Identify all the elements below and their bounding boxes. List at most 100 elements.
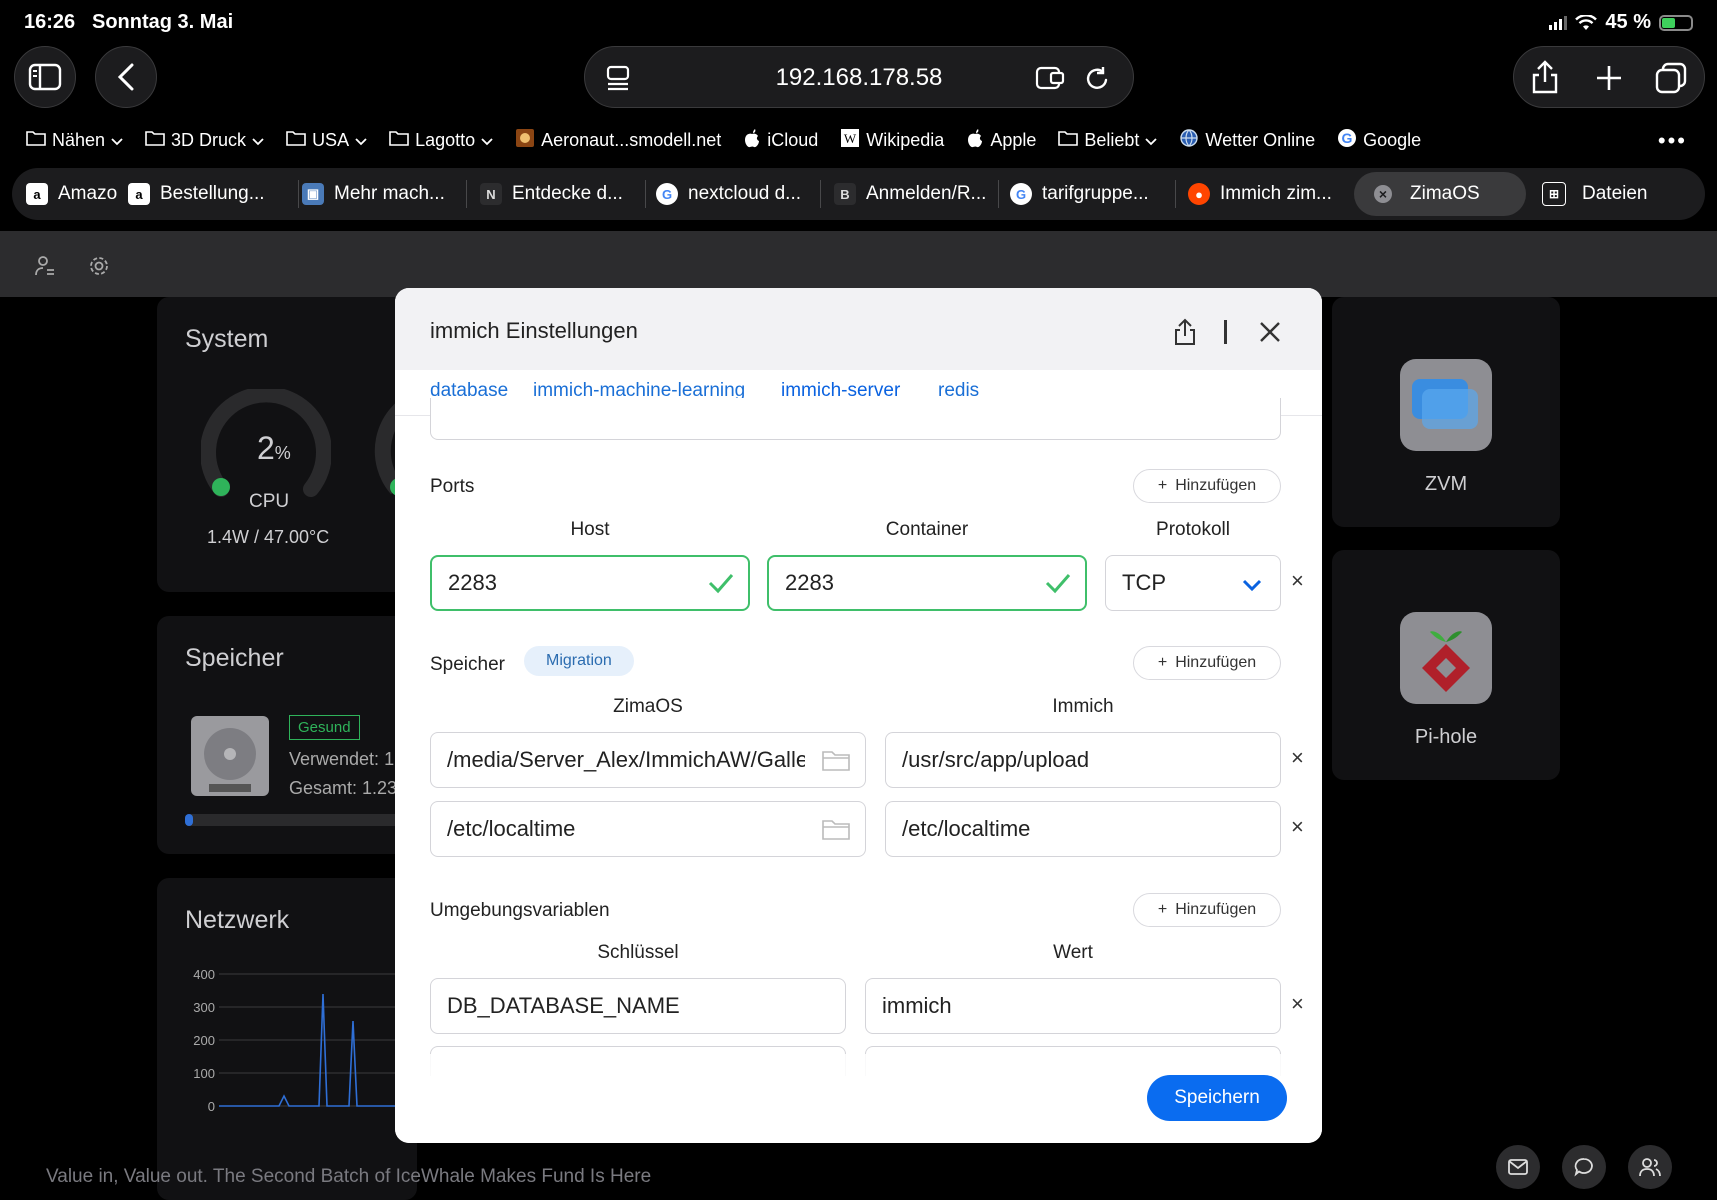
system-card: System 2% CPU 1.4W / 47.00°C: [157, 297, 417, 592]
host-port-input[interactable]: 2283: [430, 555, 750, 611]
gear-icon[interactable]: [88, 255, 110, 277]
bookmark-item[interactable]: USA: [286, 130, 367, 151]
site-favicon: [515, 128, 535, 153]
translate-icon[interactable]: [1035, 65, 1065, 91]
tab-label: Bestellung...: [160, 183, 265, 204]
tab-zimaos[interactable]: × ZimaOS: [1354, 172, 1526, 216]
bookmark-item[interactable]: Apple: [966, 128, 1036, 153]
tab-entdecke[interactable]: N Entdecke d...: [480, 168, 650, 220]
tab-label: Immich zim...: [1220, 183, 1332, 204]
container-port-input[interactable]: 2283: [767, 555, 1087, 611]
app-pihole[interactable]: Pi-hole: [1332, 550, 1560, 780]
tabs-overview-icon[interactable]: [1654, 61, 1688, 95]
sidebar-toggle-button[interactable]: [14, 46, 76, 108]
migration-badge[interactable]: Migration: [524, 646, 634, 676]
address-bar[interactable]: 192.168.178.58: [584, 46, 1134, 108]
folder-icon: [389, 130, 409, 151]
container-column-label: Container: [885, 519, 969, 540]
remove-storage-button[interactable]: ×: [1291, 814, 1304, 840]
bookmark-label: Nähen: [52, 130, 106, 150]
bookmark-item[interactable]: Beliebt: [1058, 130, 1158, 151]
tab-nextcloud[interactable]: G nextcloud d...: [656, 168, 826, 220]
close-icon[interactable]: [1259, 321, 1281, 343]
storage-label: Speicher: [430, 654, 505, 675]
folder-icon: [26, 130, 46, 151]
plus-icon[interactable]: [1594, 63, 1624, 93]
folder-icon[interactable]: [821, 748, 851, 772]
storage-container-path-input[interactable]: /usr/src/app/upload: [885, 732, 1281, 788]
bookmark-item[interactable]: G Google: [1337, 128, 1421, 153]
tab-amazon[interactable]: a Amazo: [26, 168, 124, 220]
env-key-input[interactable]: DB_DATABASE_NAME: [430, 978, 846, 1034]
storage-status: Gesund: [289, 715, 360, 740]
user-settings-icon[interactable]: [34, 255, 56, 277]
chevron-left-icon: [117, 63, 134, 91]
cut-off-field[interactable]: [430, 398, 1281, 440]
export-icon[interactable]: [1173, 318, 1197, 346]
env-value-input[interactable]: immich: [865, 978, 1281, 1034]
protocol-select[interactable]: TCP: [1105, 555, 1281, 611]
footer-banner[interactable]: Value in, Value out. The Second Batch of…: [46, 1166, 651, 1188]
remove-storage-button[interactable]: ×: [1291, 745, 1304, 771]
bookmark-item[interactable]: Aeronaut...smodell.net: [515, 128, 721, 153]
storage-host-path-input[interactable]: /media/Server_Alex/ImmichAW/Galle: [430, 732, 866, 788]
google-icon: G: [1010, 183, 1032, 205]
app-zvm[interactable]: ZVM: [1332, 297, 1560, 527]
more-icon[interactable]: •••: [1658, 128, 1687, 154]
bookmark-label: USA: [312, 130, 350, 150]
storage-host-path: /media/Server_Alex/ImmichAW/Galle: [447, 747, 805, 772]
add-port-button[interactable]: + Hinzufügen: [1133, 469, 1281, 503]
remove-port-button[interactable]: ×: [1291, 568, 1304, 594]
bookmark-item[interactable]: 3D Druck: [145, 130, 264, 151]
bookmark-item[interactable]: Wetter Online: [1179, 128, 1315, 153]
tab-immich[interactable]: ● Immich zim...: [1188, 168, 1358, 220]
storage-card: Speicher Gesund Verwendet: 1 Gesamt: 1.2…: [157, 616, 417, 854]
remove-env-button[interactable]: ×: [1291, 991, 1304, 1017]
users-button[interactable]: [1628, 1145, 1672, 1189]
storage-host-path: /etc/localtime: [447, 816, 576, 841]
save-button[interactable]: Speichern: [1147, 1075, 1287, 1121]
zimaos-column-label: ZimaOS: [613, 696, 683, 717]
add-env-button[interactable]: + Hinzufügen: [1133, 893, 1281, 927]
tab-anmelden[interactable]: B Anmelden/R...: [834, 168, 1004, 220]
bookmark-item[interactable]: iCloud: [743, 128, 818, 153]
tab-label: Entdecke d...: [512, 183, 623, 204]
tab-mehr-mach[interactable]: ▣ Mehr mach...: [302, 168, 472, 220]
chat-button[interactable]: [1562, 1145, 1606, 1189]
tab-tarifgruppe[interactable]: G tarifgruppe...: [1010, 168, 1180, 220]
share-icon[interactable]: [1530, 59, 1560, 95]
folder-icon[interactable]: [821, 817, 851, 841]
cpu-label: CPU: [249, 491, 290, 512]
storage-used: Verwendet: 1: [289, 749, 395, 769]
reload-icon[interactable]: [1085, 64, 1111, 92]
add-storage-button[interactable]: + Hinzufügen: [1133, 646, 1281, 680]
plus-icon: +: [1157, 477, 1168, 494]
chevron-down-icon: [355, 130, 367, 151]
storage-container-path: /etc/localtime: [902, 816, 1031, 841]
storage-container-path-input[interactable]: /etc/localtime: [885, 801, 1281, 857]
folder-icon: [1058, 130, 1079, 151]
storage-host-path-input[interactable]: /etc/localtime: [430, 801, 866, 857]
chevron-down-icon: [481, 130, 493, 151]
storage-title: Speicher: [185, 644, 284, 672]
mail-button[interactable]: [1496, 1145, 1540, 1189]
storage-bar: [185, 814, 417, 826]
google-icon: G: [656, 183, 678, 205]
users-icon: [1639, 1158, 1661, 1177]
add-label: Hinzufügen: [1175, 654, 1257, 671]
bookmark-label: Apple: [990, 130, 1037, 150]
tab-bestellung[interactable]: a Bestellung...: [128, 168, 288, 220]
tab-label: Mehr mach...: [334, 183, 445, 204]
protocol-column-label: Protokoll: [1156, 519, 1230, 540]
bookmark-item[interactable]: W Wikipedia: [840, 128, 944, 153]
container-port-value: 2283: [785, 570, 834, 595]
bookmark-item[interactable]: Lagotto: [389, 130, 493, 151]
tab-label: tarifgruppe...: [1042, 183, 1149, 204]
protocol-value: TCP: [1122, 570, 1166, 595]
close-tab-icon[interactable]: ×: [1374, 185, 1392, 203]
bookmark-item[interactable]: Nähen: [26, 130, 123, 151]
zvm-icon: [1400, 359, 1492, 451]
settings-modal: immich Einstellungen database immich-mac…: [395, 288, 1322, 1143]
tab-dateien[interactable]: ⊞ Dateien: [1542, 168, 1692, 220]
back-button[interactable]: [95, 46, 157, 108]
